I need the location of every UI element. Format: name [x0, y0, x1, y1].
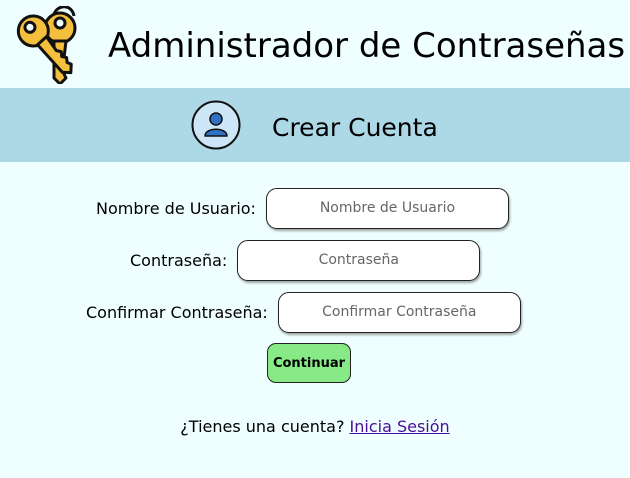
confirm-password-input[interactable]: [277, 291, 521, 333]
password-label: Contraseña:: [130, 250, 228, 270]
login-prompt: ¿Tienes una cuenta? Inicia Sesión: [0, 416, 630, 438]
app-title: Administrador de Contraseñas: [108, 26, 626, 66]
confirm-password-row: Confirmar Contraseña:: [86, 291, 521, 333]
user-avatar-icon: [191, 100, 241, 150]
login-prompt-text: ¿Tienes una cuenta?: [180, 417, 345, 436]
confirm-password-label: Confirmar Contraseña:: [86, 302, 268, 322]
section-title: Crear Cuenta: [272, 113, 438, 142]
username-row: Nombre de Usuario:: [96, 187, 509, 229]
app-header: Administrador de Contraseñas: [0, 0, 630, 88]
password-input[interactable]: [237, 239, 481, 281]
username-label: Nombre de Usuario:: [96, 198, 256, 218]
password-row: Contraseña:: [130, 239, 481, 281]
keys-icon: [16, 6, 77, 84]
continue-button[interactable]: Continuar: [267, 343, 351, 383]
login-link[interactable]: Inicia Sesión: [350, 417, 450, 436]
username-input[interactable]: [265, 187, 509, 229]
